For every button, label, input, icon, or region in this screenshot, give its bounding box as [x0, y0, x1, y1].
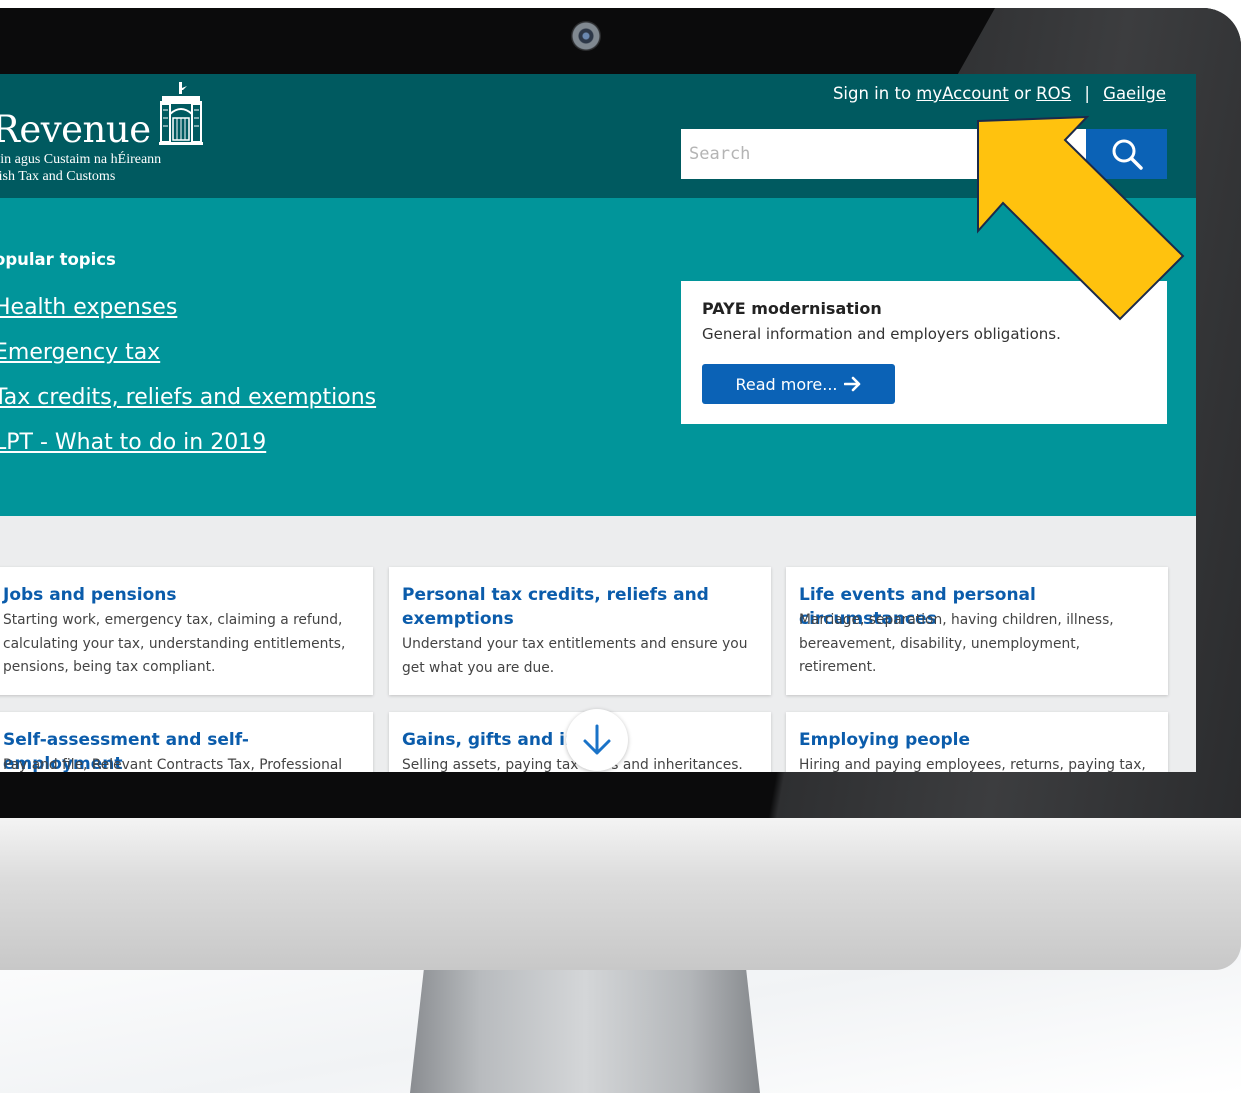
card-description: Starting work, emergency tax, claiming a… — [3, 612, 346, 675]
popular-topics-title: opular topics — [0, 250, 116, 269]
card-self-assessment[interactable]: Self-assessment and self-employment Pay … — [0, 712, 373, 772]
logo-tagline-english: rish Tax and Customs — [0, 169, 116, 184]
card-description: Understand your tax entitlements and ens… — [402, 636, 748, 676]
card-jobs-and-pensions[interactable]: Jobs and pensions Starting work, emergen… — [0, 567, 373, 695]
arrow-right-icon — [843, 376, 860, 392]
card-description: Pay and file, Relevant Contracts Tax, Pr… — [3, 757, 343, 772]
card-title[interactable]: Personal tax credits, reliefs and exempt… — [402, 583, 761, 631]
card-description-start: Selling assets, paying tax o — [402, 757, 592, 772]
read-more-label: Read more... — [735, 374, 838, 394]
card-description: Marriage, separation, having children, i… — [799, 612, 1114, 675]
revenue-crest-icon — [159, 82, 203, 145]
popular-link-tax-credits[interactable]: Tax credits, reliefs and exemptions — [0, 385, 376, 410]
monitor-stand — [410, 968, 760, 1093]
card-employing-people[interactable]: Employing people Hiring and paying emplo… — [786, 712, 1168, 772]
logo-tagline-irish: áin agus Custaim na hÉireann — [0, 152, 162, 167]
yellow-arrow-annotation — [977, 115, 1185, 321]
popular-link-lpt[interactable]: LPT - What to do in 2019 — [0, 430, 266, 455]
card-description-end: s and inheritances. — [611, 757, 743, 772]
card-life-events[interactable]: Life events and personal circumstances M… — [786, 567, 1168, 695]
read-more-button[interactable]: Read more... — [702, 364, 895, 404]
logo-wordmark[interactable]: Revenue — [0, 108, 151, 151]
monitor-chin — [0, 818, 1241, 970]
card-personal-tax-credits[interactable]: Personal tax credits, reliefs and exempt… — [389, 567, 771, 695]
popular-link-emergency-tax[interactable]: Emergency tax — [0, 340, 160, 365]
arrow-down-icon — [583, 724, 611, 755]
popular-link-health-expenses[interactable]: Health expenses — [0, 295, 177, 320]
scroll-down-button[interactable] — [566, 709, 628, 771]
promo-title: PAYE modernisation — [702, 299, 882, 318]
card-description: Hiring and paying employees, returns, pa… — [799, 757, 1146, 772]
sign-in-prefix: Sign in to — [832, 84, 912, 103]
camera-icon — [571, 21, 601, 51]
card-title[interactable]: Employing people — [799, 728, 1158, 752]
card-title[interactable]: Jobs and pensions — [3, 583, 363, 607]
